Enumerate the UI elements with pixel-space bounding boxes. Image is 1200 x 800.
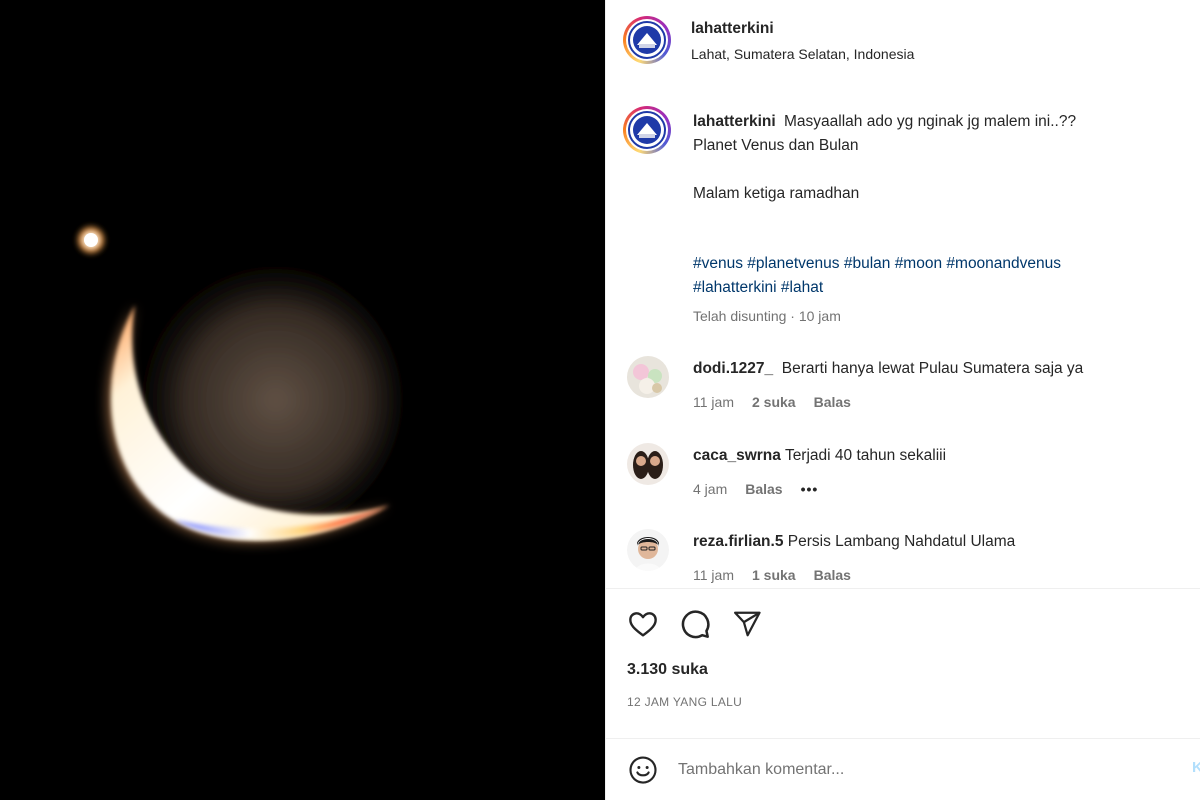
moon-venus-image: [0, 0, 605, 800]
comment-time: 11 jam: [693, 567, 734, 583]
comment-item: dodi.1227_ Berarti hanya lewat Pulau Sum…: [606, 350, 1200, 430]
hashtag-link[interactable]: #venus: [693, 255, 743, 272]
comment-bubble-icon[interactable]: [678, 607, 712, 641]
comment-text: reza.firlian.5 Persis Lambang Nahdatul U…: [693, 533, 1016, 550]
reply-button[interactable]: Balas: [814, 394, 851, 410]
comment-item: caca_swrna Terjadi 40 tahun sekaliii 4 j…: [606, 437, 1200, 517]
posted-time: 12 JAM YANG LALU: [627, 695, 743, 709]
post-location[interactable]: Lahat, Sumatera Selatan, Indonesia: [691, 46, 914, 62]
post-details-panel: lahatterkini Lahat, Sumatera Selatan, In…: [605, 0, 1200, 800]
comment-likes[interactable]: 1 suka: [752, 567, 796, 583]
commenter-avatar[interactable]: [627, 356, 669, 398]
more-options-icon[interactable]: •••: [801, 481, 819, 497]
comment-meta: 11 jam 2 suka Balas: [693, 394, 869, 410]
lahatterkini-logo-icon: [628, 111, 666, 149]
post-actions: 3.130 suka 12 JAM YANG LALU: [606, 588, 1200, 728]
caption-line-3: Malam ketiga ramadhan: [693, 185, 860, 202]
likes-count[interactable]: 3.130 suka: [627, 661, 708, 679]
reply-button[interactable]: Balas: [745, 481, 782, 497]
author-username[interactable]: lahatterkini: [691, 20, 774, 38]
commenter-username[interactable]: reza.firlian.5: [693, 533, 783, 550]
hashtag-link[interactable]: #moon: [895, 255, 942, 272]
hashtags-row-2: #lahatterkini #lahat: [693, 276, 1173, 300]
comment-text: dodi.1227_ Berarti hanya lewat Pulau Sum…: [693, 360, 1084, 377]
add-comment-box: Kirim: [606, 738, 1200, 800]
caption-line-2: Planet Venus dan Bulan: [693, 137, 859, 154]
hashtag-link[interactable]: #bulan: [844, 255, 891, 272]
heart-icon[interactable]: [626, 607, 660, 641]
caption-text: lahatterkini Masyaallah ado yg nginak jg…: [693, 110, 1173, 300]
comment-time: 11 jam: [693, 394, 734, 410]
post-header: lahatterkini Lahat, Sumatera Selatan, In…: [606, 0, 1200, 90]
commenter-username[interactable]: caca_swrna: [693, 447, 781, 464]
comment-text: caca_swrna Terjadi 40 tahun sekaliii: [693, 447, 947, 464]
comment-likes[interactable]: 2 suka: [752, 394, 796, 410]
hashtags-row-1: #venus #planetvenus #bulan #moon #moonan…: [693, 252, 1173, 276]
comment-meta: 4 jam Balas •••: [693, 481, 836, 497]
caption-line-1: Masyaallah ado yg nginak jg malem ini..?…: [784, 113, 1077, 130]
hashtag-link[interactable]: #lahat: [781, 279, 823, 296]
hashtag-link[interactable]: #moonandvenus: [946, 255, 1061, 272]
paper-plane-icon[interactable]: [730, 607, 764, 641]
hashtag-link[interactable]: #lahatterkini: [693, 279, 777, 296]
commenter-username[interactable]: dodi.1227_: [693, 360, 773, 377]
commenter-avatar[interactable]: [627, 443, 669, 485]
comment-time: 4 jam: [693, 481, 728, 497]
author-avatar[interactable]: [623, 16, 671, 64]
caption-edited-time: Telah disunting · 10 jam: [693, 308, 841, 324]
hashtag-link[interactable]: #planetvenus: [747, 255, 839, 272]
comment-meta: 11 jam 1 suka Balas: [693, 567, 869, 583]
caption-username[interactable]: lahatterkini: [693, 113, 776, 130]
comment-input[interactable]: [678, 757, 1158, 783]
smiley-icon[interactable]: [626, 753, 660, 787]
post-photo[interactable]: [0, 0, 605, 800]
post-comment-button[interactable]: Kirim: [1192, 759, 1200, 776]
commenter-avatar[interactable]: [627, 529, 669, 571]
caption-author-avatar[interactable]: [623, 106, 671, 154]
lahatterkini-logo-icon: [628, 21, 666, 59]
reply-button[interactable]: Balas: [814, 567, 851, 583]
